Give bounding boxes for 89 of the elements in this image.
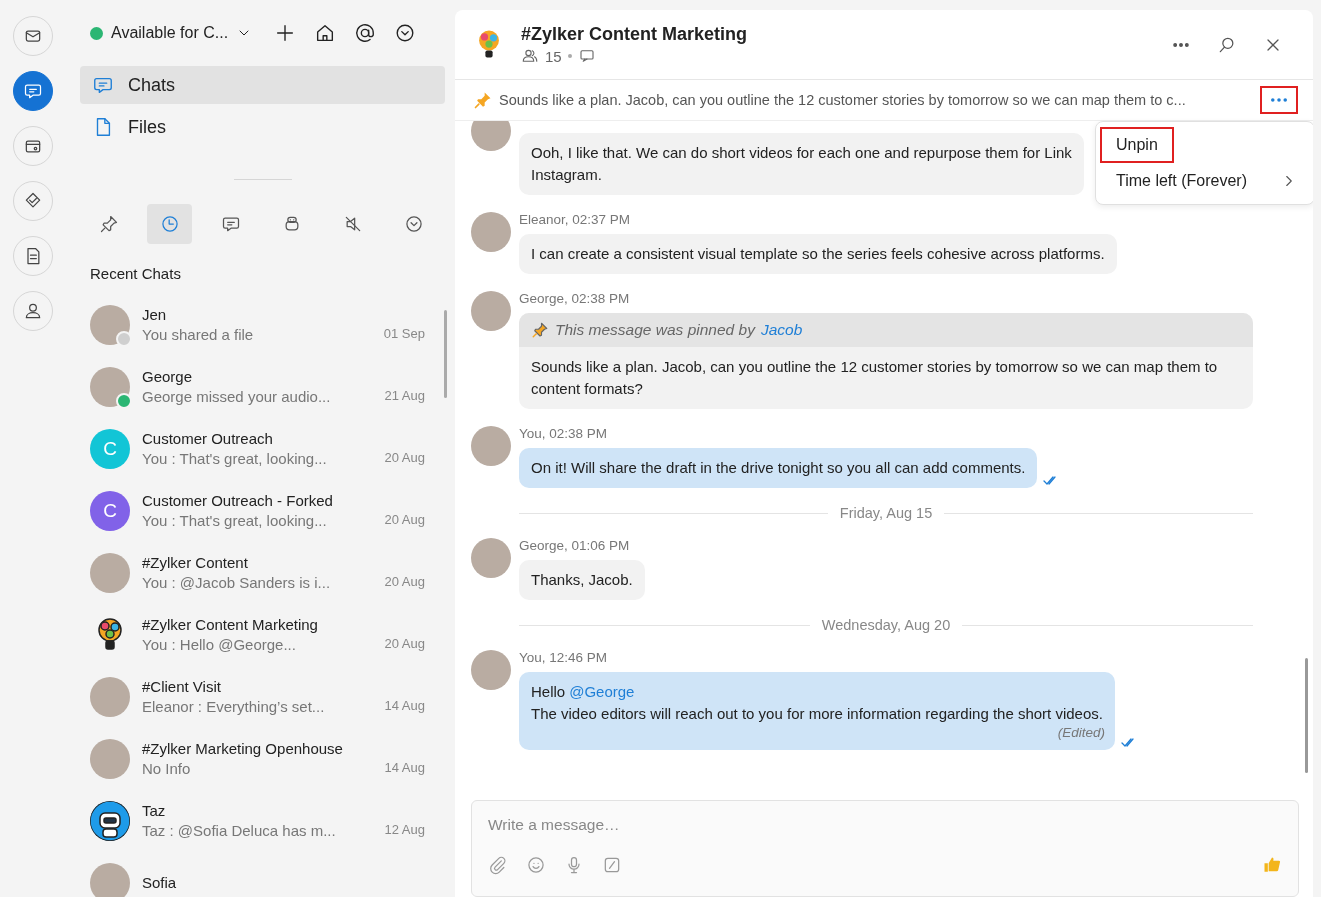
sender-time: George, 02:38 PM bbox=[519, 291, 631, 306]
message-text: Ooh, I like that. We can do short videos for each one and repurpose them for Link bbox=[531, 143, 1072, 163]
letter-avatar: C bbox=[90, 429, 130, 469]
app-switcher-button[interactable] bbox=[12, 71, 53, 111]
chat-name[interactable]: #Client Visit bbox=[142, 677, 373, 697]
message-input[interactable]: Write a message… bbox=[488, 801, 1282, 849]
photo-placeholder bbox=[90, 367, 130, 407]
status-dropdown[interactable]: Available for C... bbox=[90, 24, 253, 42]
comment-icon[interactable] bbox=[577, 47, 596, 65]
chat-name[interactable]: #Zylker Marketing Openhouse bbox=[142, 739, 373, 759]
photo-placeholder bbox=[90, 305, 130, 345]
emoji-icon[interactable] bbox=[526, 855, 546, 875]
message-text: Hello bbox=[531, 683, 566, 700]
message-text: On it! Will share the draft in the drive tonight so you all can add comments. bbox=[531, 458, 1026, 478]
chat-name[interactable]: Taz bbox=[142, 801, 373, 821]
pin-icon bbox=[531, 321, 549, 339]
chat-date: 20 Aug bbox=[384, 510, 425, 527]
chat-date: 14 Aug bbox=[384, 696, 425, 713]
sender-time: George, 01:06 PM bbox=[519, 538, 631, 553]
message-preview: Taz : @Sofia Deluca has m... bbox=[142, 821, 337, 841]
menu-item[interactable]: Unpin bbox=[1100, 127, 1174, 163]
photo-placeholder bbox=[471, 212, 511, 252]
letter-avatar: C bbox=[90, 491, 130, 531]
pinned-notice: This message was pinned by bbox=[555, 321, 755, 339]
chat-date: 21 Aug bbox=[384, 386, 425, 403]
chat-name[interactable]: Customer Outreach - Forked bbox=[142, 491, 373, 511]
photo-placeholder bbox=[471, 650, 511, 690]
pinned-message[interactable]: Sounds like a plan. Jacob, can you outline the 12 customer stories by tomorrow so we can map them to c... bbox=[499, 92, 1254, 108]
chat-date: 12 Aug bbox=[384, 820, 425, 837]
message-preview: You : @Jacob Sanders is i... bbox=[142, 573, 332, 593]
chat-date: 20 Aug bbox=[384, 448, 425, 465]
chevron-circle-icon bbox=[404, 214, 425, 234]
message-text: Instagram. bbox=[531, 165, 603, 185]
at-sign-icon[interactable] bbox=[354, 22, 377, 44]
paperclip-icon[interactable] bbox=[488, 855, 508, 875]
chat-name[interactable]: George bbox=[142, 367, 373, 387]
chat-name[interactable]: #Zylker Content bbox=[142, 553, 373, 573]
more-button[interactable] bbox=[1260, 86, 1298, 114]
message-text: The video editors will reach out to you for more information regarding the short videos. bbox=[531, 704, 1103, 724]
date-divider: Friday, Aug 15 bbox=[839, 505, 933, 521]
section-title: Recent Chats bbox=[89, 264, 182, 284]
photo-placeholder bbox=[90, 677, 130, 717]
people-icon bbox=[521, 47, 539, 65]
robot-avatar-icon bbox=[90, 801, 130, 841]
chat-name[interactable]: Jen bbox=[142, 305, 372, 325]
photo-placeholder bbox=[90, 863, 130, 897]
chat-date: 01 Sep bbox=[383, 324, 425, 341]
menu-item[interactable]: Time left (Forever) bbox=[1100, 163, 1313, 199]
chat-name[interactable]: Customer Outreach bbox=[142, 429, 373, 449]
message-preview: You shared a file bbox=[142, 325, 255, 345]
photo-placeholder bbox=[471, 121, 511, 151]
chat-date: 20 Aug bbox=[384, 634, 425, 651]
message-text: I can create a consistent visual template so the series feels cohesive across platforms. bbox=[531, 244, 1105, 264]
scrollbar[interactable] bbox=[444, 310, 447, 398]
message-composer[interactable]: Write a message… bbox=[471, 800, 1299, 897]
photo-placeholder bbox=[471, 426, 511, 466]
chat-date: 14 Aug bbox=[384, 758, 425, 775]
chat-title: #Zylker Content Marketing bbox=[521, 24, 749, 45]
filter-tab[interactable] bbox=[147, 204, 193, 244]
message-preview: You : That's great, looking... bbox=[142, 449, 328, 469]
nav-item[interactable]: Files bbox=[80, 108, 445, 146]
thumbs-up-icon[interactable] bbox=[1262, 855, 1282, 875]
chat-name[interactable]: #Zylker Content Marketing bbox=[142, 615, 373, 635]
sketch-icon[interactable] bbox=[602, 855, 622, 875]
sender-time: You, 12:46 PM bbox=[519, 650, 609, 665]
message-preview: Eleanor : Everything’s set... bbox=[142, 697, 326, 717]
sender-time: Eleanor, 02:37 PM bbox=[519, 212, 632, 227]
message-preview: You : That's great, looking... bbox=[142, 511, 328, 531]
photo-placeholder bbox=[90, 553, 130, 593]
message-preview: No Info bbox=[142, 759, 192, 779]
message-preview: You : Hello @George... bbox=[142, 635, 297, 655]
photo-placeholder bbox=[471, 538, 511, 578]
photo-placeholder bbox=[471, 291, 511, 331]
sender-time: You, 02:38 PM bbox=[519, 426, 609, 441]
chat-name[interactable]: Sofia bbox=[142, 873, 425, 893]
message-preview: George missed your audio... bbox=[142, 387, 332, 407]
pin-icon bbox=[98, 214, 119, 234]
chat-date: 20 Aug bbox=[384, 572, 425, 589]
nav-item[interactable]: Chats bbox=[80, 66, 445, 104]
message-text: Sounds like a plan. Jacob, can you outline the 12 customer stories by tomorrow so we can map them to content formats? bbox=[531, 357, 1219, 399]
more-icon bbox=[1271, 98, 1287, 102]
clock-icon bbox=[159, 214, 180, 234]
member-count[interactable]: 15 bbox=[545, 47, 562, 65]
scrollbar[interactable] bbox=[1305, 658, 1308, 773]
date-divider: Wednesday, Aug 20 bbox=[821, 617, 951, 633]
message-text: Thanks, Jacob. bbox=[531, 570, 633, 590]
photo-placeholder bbox=[90, 739, 130, 779]
pin-icon bbox=[473, 90, 493, 110]
edited-label: (Edited) bbox=[1056, 725, 1105, 741]
